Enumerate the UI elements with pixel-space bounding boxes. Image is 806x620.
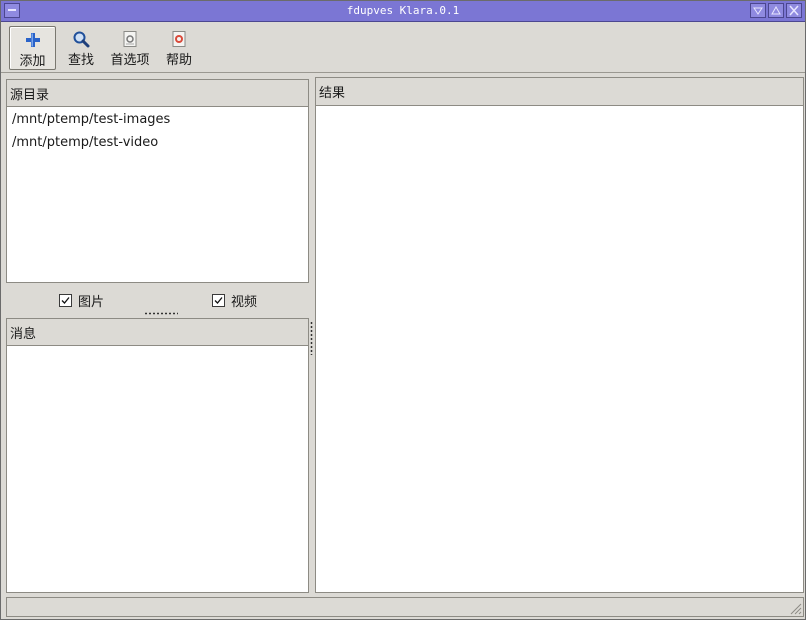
title-bar[interactable]: fdupves Klara.0.1 — [1, 1, 805, 22]
preferences-icon — [123, 31, 137, 47]
minimize-button[interactable] — [750, 3, 766, 18]
checkbox-icon — [212, 294, 225, 307]
source-list-header[interactable]: 源目录 — [6, 79, 309, 107]
checkbox-icon — [59, 294, 72, 307]
messages-panel: 消息 — [6, 318, 309, 593]
images-checkbox-label: 图片 — [78, 295, 105, 310]
help-button-label: 帮助 — [165, 53, 192, 68]
maximize-button[interactable] — [768, 3, 784, 18]
add-button-label: 添加 — [19, 54, 46, 69]
results-panel[interactable]: 结果 — [315, 77, 804, 593]
horizontal-splitter-grip[interactable] — [144, 312, 178, 315]
find-button-label: 查找 — [67, 53, 94, 68]
messages-header[interactable]: 消息 — [6, 318, 309, 346]
video-checkbox[interactable]: 视频 — [212, 291, 257, 310]
minimize-icon — [753, 7, 763, 15]
preferences-button-label: 首选项 — [110, 53, 150, 68]
help-icon — [172, 31, 186, 47]
preferences-button[interactable]: 首选项 — [107, 26, 153, 70]
source-list[interactable]: 源目录 /mnt/ptemp/test-images /mnt/ptemp/te… — [6, 79, 309, 283]
list-item[interactable]: /mnt/ptemp/test-video — [12, 135, 158, 150]
close-icon — [789, 5, 799, 16]
app-window: fdupves Klara.0.1 添加 查找 首选项 帮助 源目录 /mnt/… — [0, 0, 806, 620]
close-button[interactable] — [786, 3, 802, 18]
plus-icon — [25, 33, 40, 47]
magnifier-icon — [73, 31, 90, 48]
status-bar — [6, 597, 804, 617]
maximize-icon — [771, 5, 781, 15]
window-title: fdupves Klara.0.1 — [346, 4, 460, 17]
find-button[interactable]: 查找 — [61, 26, 101, 70]
toolbar: 添加 查找 首选项 帮助 — [1, 22, 805, 73]
results-header[interactable]: 结果 — [315, 77, 804, 106]
resize-grip-icon[interactable] — [788, 601, 802, 615]
add-button[interactable]: 添加 — [9, 26, 56, 70]
list-item[interactable]: /mnt/ptemp/test-images — [12, 112, 170, 127]
help-button[interactable]: 帮助 — [159, 26, 199, 70]
video-checkbox-label: 视频 — [231, 295, 258, 310]
images-checkbox[interactable]: 图片 — [59, 291, 104, 310]
vertical-splitter-grip[interactable] — [310, 321, 313, 355]
